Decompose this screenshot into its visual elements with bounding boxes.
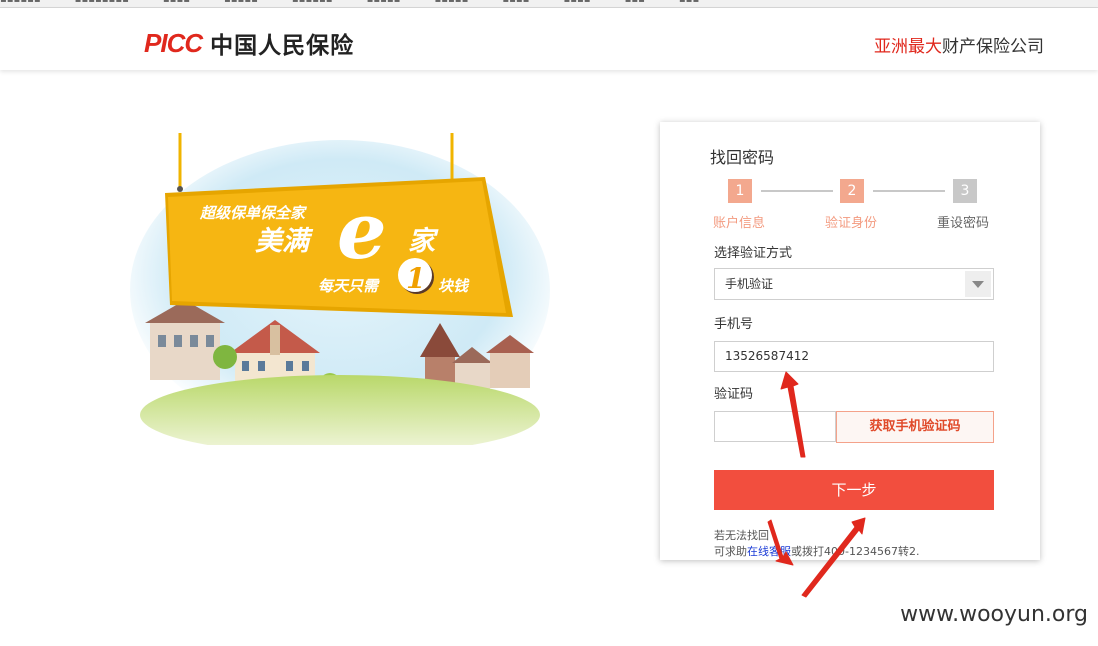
verify-method-select[interactable]: 手机验证	[714, 268, 994, 300]
chevron-down-icon[interactable]	[965, 271, 991, 297]
logo-chinese-text: 中国人民保险	[210, 33, 355, 59]
help-line-1: 若无法找回	[714, 529, 769, 542]
step-2-label: 验证身份	[825, 216, 878, 231]
panel-title: 找回密码	[710, 148, 775, 167]
bookmark-strip[interactable]: ▪▪▪▪▪▪▪▪▪▪▪▪▪▪▪▪▪▪▪▪▪▪▪▪▪▪▪▪▪▪▪▪▪▪▪▪▪▪▪▪…	[0, 0, 733, 5]
help-line-2: 可求助在线客服或拨打400-1234567转2.	[714, 543, 919, 559]
online-service-link[interactable]: 在线客服	[747, 545, 791, 558]
phone-label: 手机号	[714, 317, 754, 332]
slogan-rest: 财产保险公司	[942, 37, 1044, 57]
next-step-button[interactable]: 下一步	[714, 470, 994, 510]
code-input[interactable]	[714, 411, 836, 442]
header-slogan: 亚洲最大财产保险公司	[874, 32, 1044, 57]
recover-password-panel: 找回密码 1 2 3 账户信息 验证身份 重设密码 选择验证方式 手机验证 手机…	[660, 122, 1040, 560]
banner-line3a: 每天只需	[318, 277, 380, 295]
step-connector-1	[761, 190, 833, 192]
step-1-label: 账户信息	[713, 216, 766, 231]
banner-line2b: 家	[408, 226, 439, 257]
step-2-badge: 2	[840, 179, 864, 203]
browser-bookmarks-bar: ▪▪▪▪▪▪▪▪▪▪▪▪▪▪▪▪▪▪▪▪▪▪▪▪▪▪▪▪▪▪▪▪▪▪▪▪▪▪▪▪…	[0, 0, 1098, 8]
slogan-highlight: 亚洲最大	[874, 37, 942, 57]
banner-line1: 超级保单保全家	[199, 204, 308, 222]
banner-number: 1	[406, 262, 425, 295]
promo-banner: 超级保单保全家 美满 e 家 每天只需 1 块钱	[130, 133, 550, 445]
step-1-badge: 1	[728, 179, 752, 203]
logo-latin-text: PICC	[144, 27, 203, 58]
step-3-badge: 3	[953, 179, 977, 203]
code-label: 验证码	[714, 387, 754, 402]
banner-line2a: 美满	[255, 226, 314, 257]
picc-logo[interactable]: PICC 中国人民保险	[144, 26, 354, 60]
step-3-label: 重设密码	[937, 216, 990, 231]
verify-method-value: 手机验证	[725, 277, 774, 291]
get-sms-code-button[interactable]: 获取手机验证码	[836, 411, 994, 443]
banner-line3b: 块钱	[438, 277, 470, 295]
help-suffix: 或拨打400-1234567转2.	[791, 545, 920, 558]
verify-method-label: 选择验证方式	[714, 246, 793, 261]
step-connector-2	[873, 190, 945, 192]
phone-input[interactable]: 13526587412	[714, 341, 994, 372]
banner-e-letter: e	[337, 186, 387, 277]
watermark-text: www.wooyun.org	[900, 602, 1088, 627]
help-prefix: 可求助	[714, 545, 747, 558]
site-header: PICC 中国人民保险 亚洲最大财产保险公司	[0, 8, 1098, 70]
